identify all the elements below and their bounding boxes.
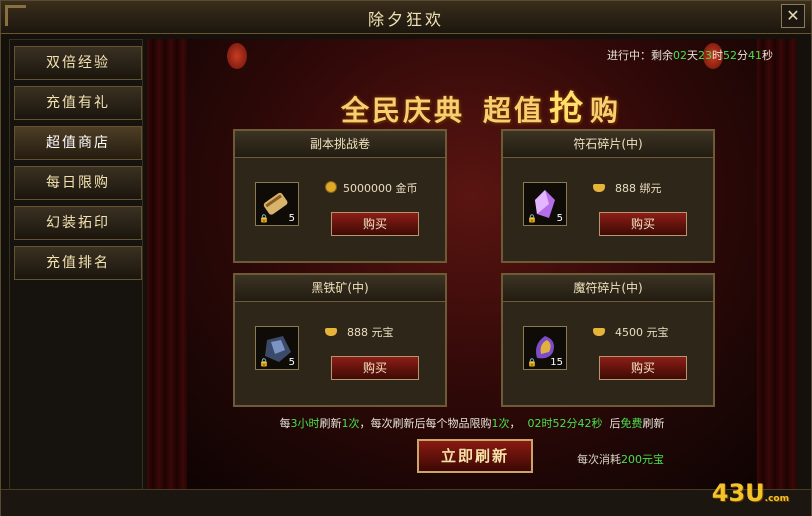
site-logo: 43U.com — [711, 479, 789, 507]
item-quantity: 5 — [288, 357, 295, 368]
sidebar-item-recharge-rank[interactable]: 充值排名 — [14, 246, 142, 280]
shop-panel: 进行中：剩余02天23时52分41秒 全民庆典 超值抢购 副本挑战卷 🔒 5 50… — [147, 39, 797, 489]
item-name: 符石碎片(中) — [503, 131, 713, 158]
title-bar: 除夕狂欢 ✕ — [1, 1, 811, 34]
ingot-icon — [593, 328, 605, 336]
event-window: 除夕狂欢 ✕ 双倍经验 充值有礼 超值商店 每日限购 幻装拓印 充值排名 进行中… — [0, 0, 812, 516]
sidebar-item-double-exp[interactable]: 双倍经验 — [14, 46, 142, 80]
event-countdown: 进行中：剩余02天23时52分41秒 — [607, 49, 773, 62]
sidebar-item-value-shop[interactable]: 超值商店 — [14, 126, 142, 160]
magic-rune-icon[interactable]: 🔒 15 — [523, 326, 567, 370]
sidebar-item-costume-print[interactable]: 幻装拓印 — [14, 206, 142, 240]
sidebar-item-daily-limit[interactable]: 每日限购 — [14, 166, 142, 200]
buy-button[interactable]: 购买 — [599, 356, 687, 380]
shop-item-card: 副本挑战卷 🔒 5 5000000 金币 购买 — [233, 129, 447, 263]
window-title: 除夕狂欢 — [367, 10, 444, 29]
banner-right: 超值抢购 — [482, 89, 622, 129]
refresh-cost: 每次消耗200元宝 — [577, 453, 664, 466]
item-price: 5000000 金币 — [325, 180, 418, 196]
sidebar: 双倍经验 充值有礼 超值商店 每日限购 幻装拓印 充值排名 — [9, 39, 143, 491]
item-quantity: 5 — [556, 213, 563, 224]
shop-item-card: 魔符碎片(中) 🔒 15 4500 元宝 购买 — [501, 273, 715, 407]
item-name: 魔符碎片(中) — [503, 275, 713, 302]
banner-left: 全民庆典 — [340, 94, 465, 127]
rune-shard-icon[interactable]: 🔒 5 — [523, 182, 567, 226]
event-banner: 全民庆典 超值抢购 — [147, 81, 797, 129]
shop-item-card: 符石碎片(中) 🔒 5 888 绑元 购买 — [501, 129, 715, 263]
gold-coin-icon — [325, 181, 337, 193]
item-price: 4500 元宝 — [593, 324, 669, 340]
item-price: 888 元宝 — [325, 324, 394, 340]
item-quantity: 15 — [550, 357, 563, 368]
bottom-bar — [1, 489, 811, 516]
scroll-icon[interactable]: 🔒 5 — [255, 182, 299, 226]
item-quantity: 5 — [288, 213, 295, 224]
lantern-icon — [227, 43, 247, 69]
iron-ore-icon[interactable]: 🔒 5 — [255, 326, 299, 370]
shop-item-card: 黑铁矿(中) 🔒 5 888 元宝 购买 — [233, 273, 447, 407]
buy-button[interactable]: 购买 — [331, 212, 419, 236]
item-price: 888 绑元 — [593, 180, 662, 196]
sidebar-item-recharge-gift[interactable]: 充值有礼 — [14, 86, 142, 120]
bound-ingot-icon — [593, 184, 605, 192]
refresh-info: 每3小时刷新1次，每次刷新后每个物品限购1次， 02时52分42秒 后免费刷新 — [279, 417, 665, 430]
item-name: 副本挑战卷 — [235, 131, 445, 158]
buy-button[interactable]: 购买 — [331, 356, 419, 380]
refresh-now-button[interactable]: 立即刷新 — [417, 439, 533, 473]
buy-button[interactable]: 购买 — [599, 212, 687, 236]
item-name: 黑铁矿(中) — [235, 275, 445, 302]
close-button[interactable]: ✕ — [781, 4, 805, 28]
ingot-icon — [325, 328, 337, 336]
